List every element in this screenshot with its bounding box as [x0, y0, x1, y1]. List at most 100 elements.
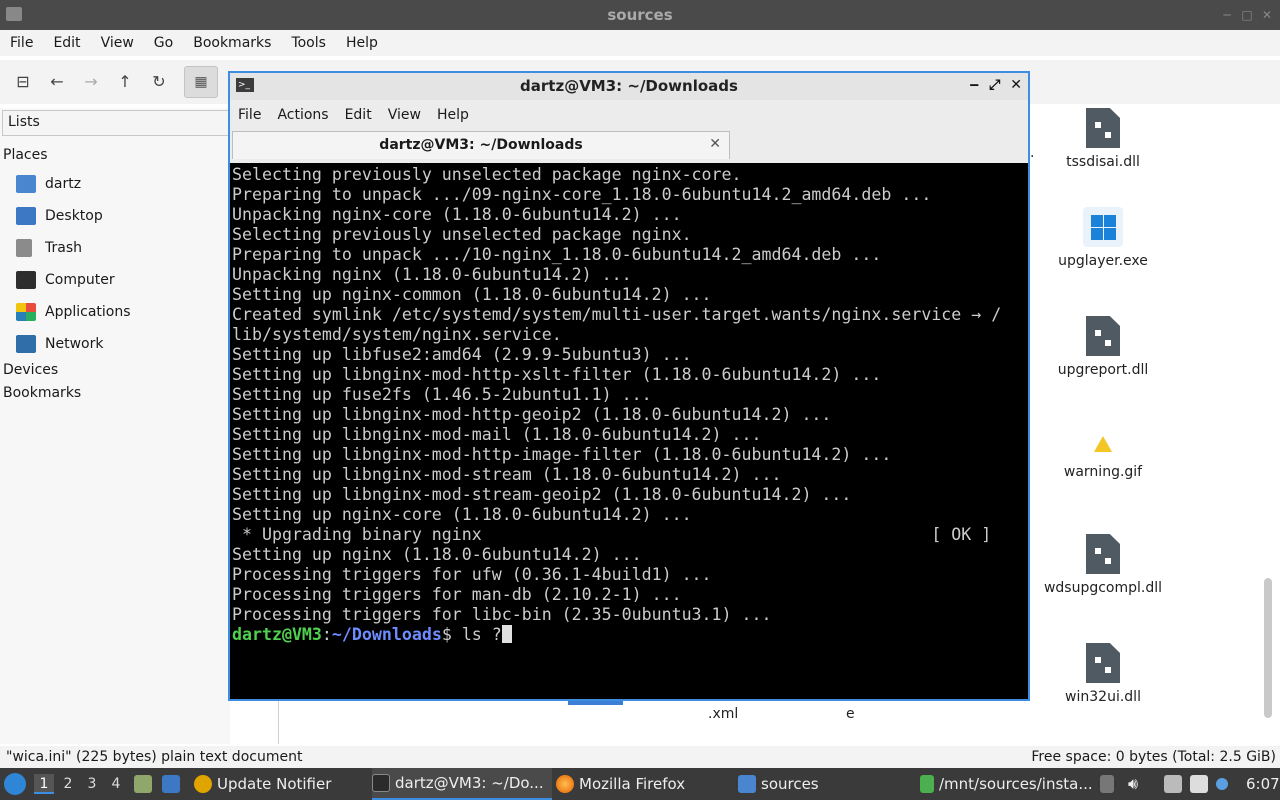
terminal-line: Setting up libnginx-mod-stream (1.18.0-6… [232, 465, 782, 484]
minimize-icon[interactable]: ‒ [969, 77, 979, 93]
terminal-line: Selecting previously unselected package … [232, 225, 692, 244]
task-sources[interactable]: sources [738, 768, 819, 800]
file-item[interactable]: win32ui.dll [1043, 643, 1163, 705]
sidebar-item-trash[interactable]: Trash [16, 236, 82, 260]
icon-view-button[interactable]: ▦ [184, 66, 218, 98]
tray-notifications[interactable] [1216, 768, 1233, 800]
tray-clipboard[interactable] [1190, 768, 1213, 800]
workspace-3[interactable]: 3 [82, 774, 102, 794]
terminal-line: Preparing to unpack .../09-nginx-core_1.… [232, 185, 932, 204]
workspace-2[interactable]: 2 [58, 774, 78, 794]
tray-display[interactable] [1164, 768, 1187, 800]
clipboard-icon [1190, 775, 1208, 793]
clock[interactable]: 6:07 [1246, 768, 1280, 800]
terminal-output[interactable]: Selecting previously unselected package … [230, 163, 1028, 699]
file-name: upglayer.exe [1058, 253, 1148, 269]
terminal-line: Preparing to unpack .../10-nginx_1.18.0-… [232, 245, 882, 264]
menu-edit[interactable]: Edit [43, 35, 90, 51]
terminal-line: Setting up libfuse2:amd64 (2.9.9-5ubuntu… [232, 345, 692, 364]
file-name: tssdisai.dll [1066, 154, 1140, 170]
workspace-1[interactable]: 1 [34, 774, 54, 794]
file-item[interactable]: upgreport.dll [1043, 316, 1163, 378]
close-icon[interactable]: ✕ [1010, 77, 1022, 93]
terminal-menubar: File Actions Edit View Help [230, 102, 1028, 128]
terminal-line: Selecting previously unselected package … [232, 165, 742, 184]
file-item[interactable]: warning.gif [1043, 424, 1163, 480]
terminal-titlebar[interactable]: >_ dartz@VM3: ~/Downloads ‒ ⤢ ✕ [230, 73, 1028, 100]
menu-file[interactable]: File [0, 35, 43, 51]
back-icon[interactable]: ← [45, 70, 69, 94]
show-desktop-launcher[interactable] [162, 768, 185, 800]
file-item[interactable]: wdsupgcompl.dll [1043, 534, 1163, 596]
file-item[interactable]: upglayer.exe [1043, 207, 1163, 269]
vertical-scrollbar[interactable] [1264, 578, 1272, 718]
maximize-icon[interactable]: □ [1240, 8, 1254, 22]
sidebar-item-desktop[interactable]: Desktop [16, 204, 103, 228]
minimize-icon[interactable]: ─ [1220, 8, 1234, 22]
window-buttons: ─ □ ✕ [1220, 8, 1274, 22]
sidebar-item-label: Computer [45, 272, 115, 288]
places-header[interactable]: Places [3, 147, 48, 163]
file-manager-launcher[interactable] [134, 768, 157, 800]
new-tab-icon[interactable]: ⊟ [11, 70, 35, 94]
terminal-prompt-line[interactable]: dartz@VM3:~/Downloads$ ls ? [232, 625, 1028, 645]
task-installer[interactable]: /mnt/sources/insta... [920, 768, 1093, 800]
terminal-line: Processing triggers for libc-bin (2.35-0… [232, 605, 772, 624]
text-cursor [501, 625, 512, 643]
sidebar-item-applications[interactable]: Applications [16, 300, 131, 324]
file-item[interactable]: tssdisai.dll [1043, 108, 1163, 170]
sidebar-item-dartz[interactable]: dartz [16, 172, 81, 196]
bookmarks-header[interactable]: Bookmarks [3, 385, 81, 401]
side-pane-dropdown[interactable]: Lists [2, 110, 230, 136]
dll-file-icon [1086, 643, 1120, 683]
task-terminal[interactable]: dartz@VM3: ~/Do... [372, 768, 552, 800]
task-label: dartz@VM3: ~/Do... [395, 774, 544, 792]
devices-header[interactable]: Devices [3, 362, 58, 378]
partial-file-label[interactable]: e [846, 706, 855, 722]
network-icon [16, 335, 36, 353]
command-input[interactable]: ls ? [462, 625, 502, 644]
prompt-separator: : [321, 625, 332, 644]
forward-icon[interactable]: → [79, 70, 103, 94]
terminal-tab[interactable]: dartz@VM3: ~/Downloads ✕ [232, 131, 730, 159]
terminal-title: dartz@VM3: ~/Downloads [520, 77, 738, 95]
menu-go[interactable]: Go [144, 35, 183, 51]
folder-icon [738, 775, 756, 793]
terminal-line: * Upgrading binary nginx [ OK ] [232, 525, 992, 544]
statusbar: "wica.ini" (225 bytes) plain text docume… [0, 746, 1280, 768]
menu-tools[interactable]: Tools [281, 35, 336, 51]
terminal-menu-file[interactable]: File [230, 107, 269, 123]
start-menu-button[interactable] [4, 768, 31, 800]
terminal-window[interactable]: >_ dartz@VM3: ~/Downloads ‒ ⤢ ✕ File Act… [228, 71, 1030, 701]
close-icon[interactable]: ✕ [1260, 8, 1274, 22]
sidebar-item-computer[interactable]: Computer [16, 268, 115, 292]
desktop-icon [16, 207, 36, 225]
tray-volume[interactable]: 🔊︎ [1128, 768, 1138, 800]
volume-icon: 🔊︎ [1128, 774, 1139, 793]
terminal-menu-actions[interactable]: Actions [269, 107, 336, 123]
terminal-menu-edit[interactable]: Edit [337, 107, 380, 123]
eject-icon [1100, 775, 1114, 793]
partial-file-label[interactable]: .xml [708, 706, 738, 722]
sidebar-item-label: Network [45, 336, 104, 352]
windows-exe-icon [1083, 207, 1123, 247]
show-desktop-icon [162, 775, 180, 793]
taskbar: 1 2 3 4 Update Notifier dartz@VM3: ~/Do.… [0, 768, 1280, 800]
terminal-menu-view[interactable]: View [380, 107, 429, 123]
sidebar-item-network[interactable]: Network [16, 332, 103, 356]
task-label: Mozilla Firefox [579, 775, 686, 793]
reload-icon[interactable]: ↻ [147, 70, 171, 94]
terminal-line: Setting up libnginx-mod-http-image-filte… [232, 445, 892, 464]
terminal-menu-help[interactable]: Help [429, 107, 477, 123]
menu-bookmarks[interactable]: Bookmarks [183, 35, 281, 51]
menu-help[interactable]: Help [336, 35, 388, 51]
up-icon[interactable]: ↑ [113, 70, 137, 94]
close-tab-icon[interactable]: ✕ [709, 136, 721, 152]
workspace-4[interactable]: 4 [106, 774, 126, 794]
task-update-notifier[interactable]: Update Notifier [194, 768, 331, 800]
task-firefox[interactable]: Mozilla Firefox [556, 768, 685, 800]
tray-eject[interactable] [1100, 768, 1119, 800]
file-name: win32ui.dll [1065, 689, 1141, 705]
maximize-icon[interactable]: ⤢ [989, 77, 1000, 93]
menu-view[interactable]: View [91, 35, 144, 51]
